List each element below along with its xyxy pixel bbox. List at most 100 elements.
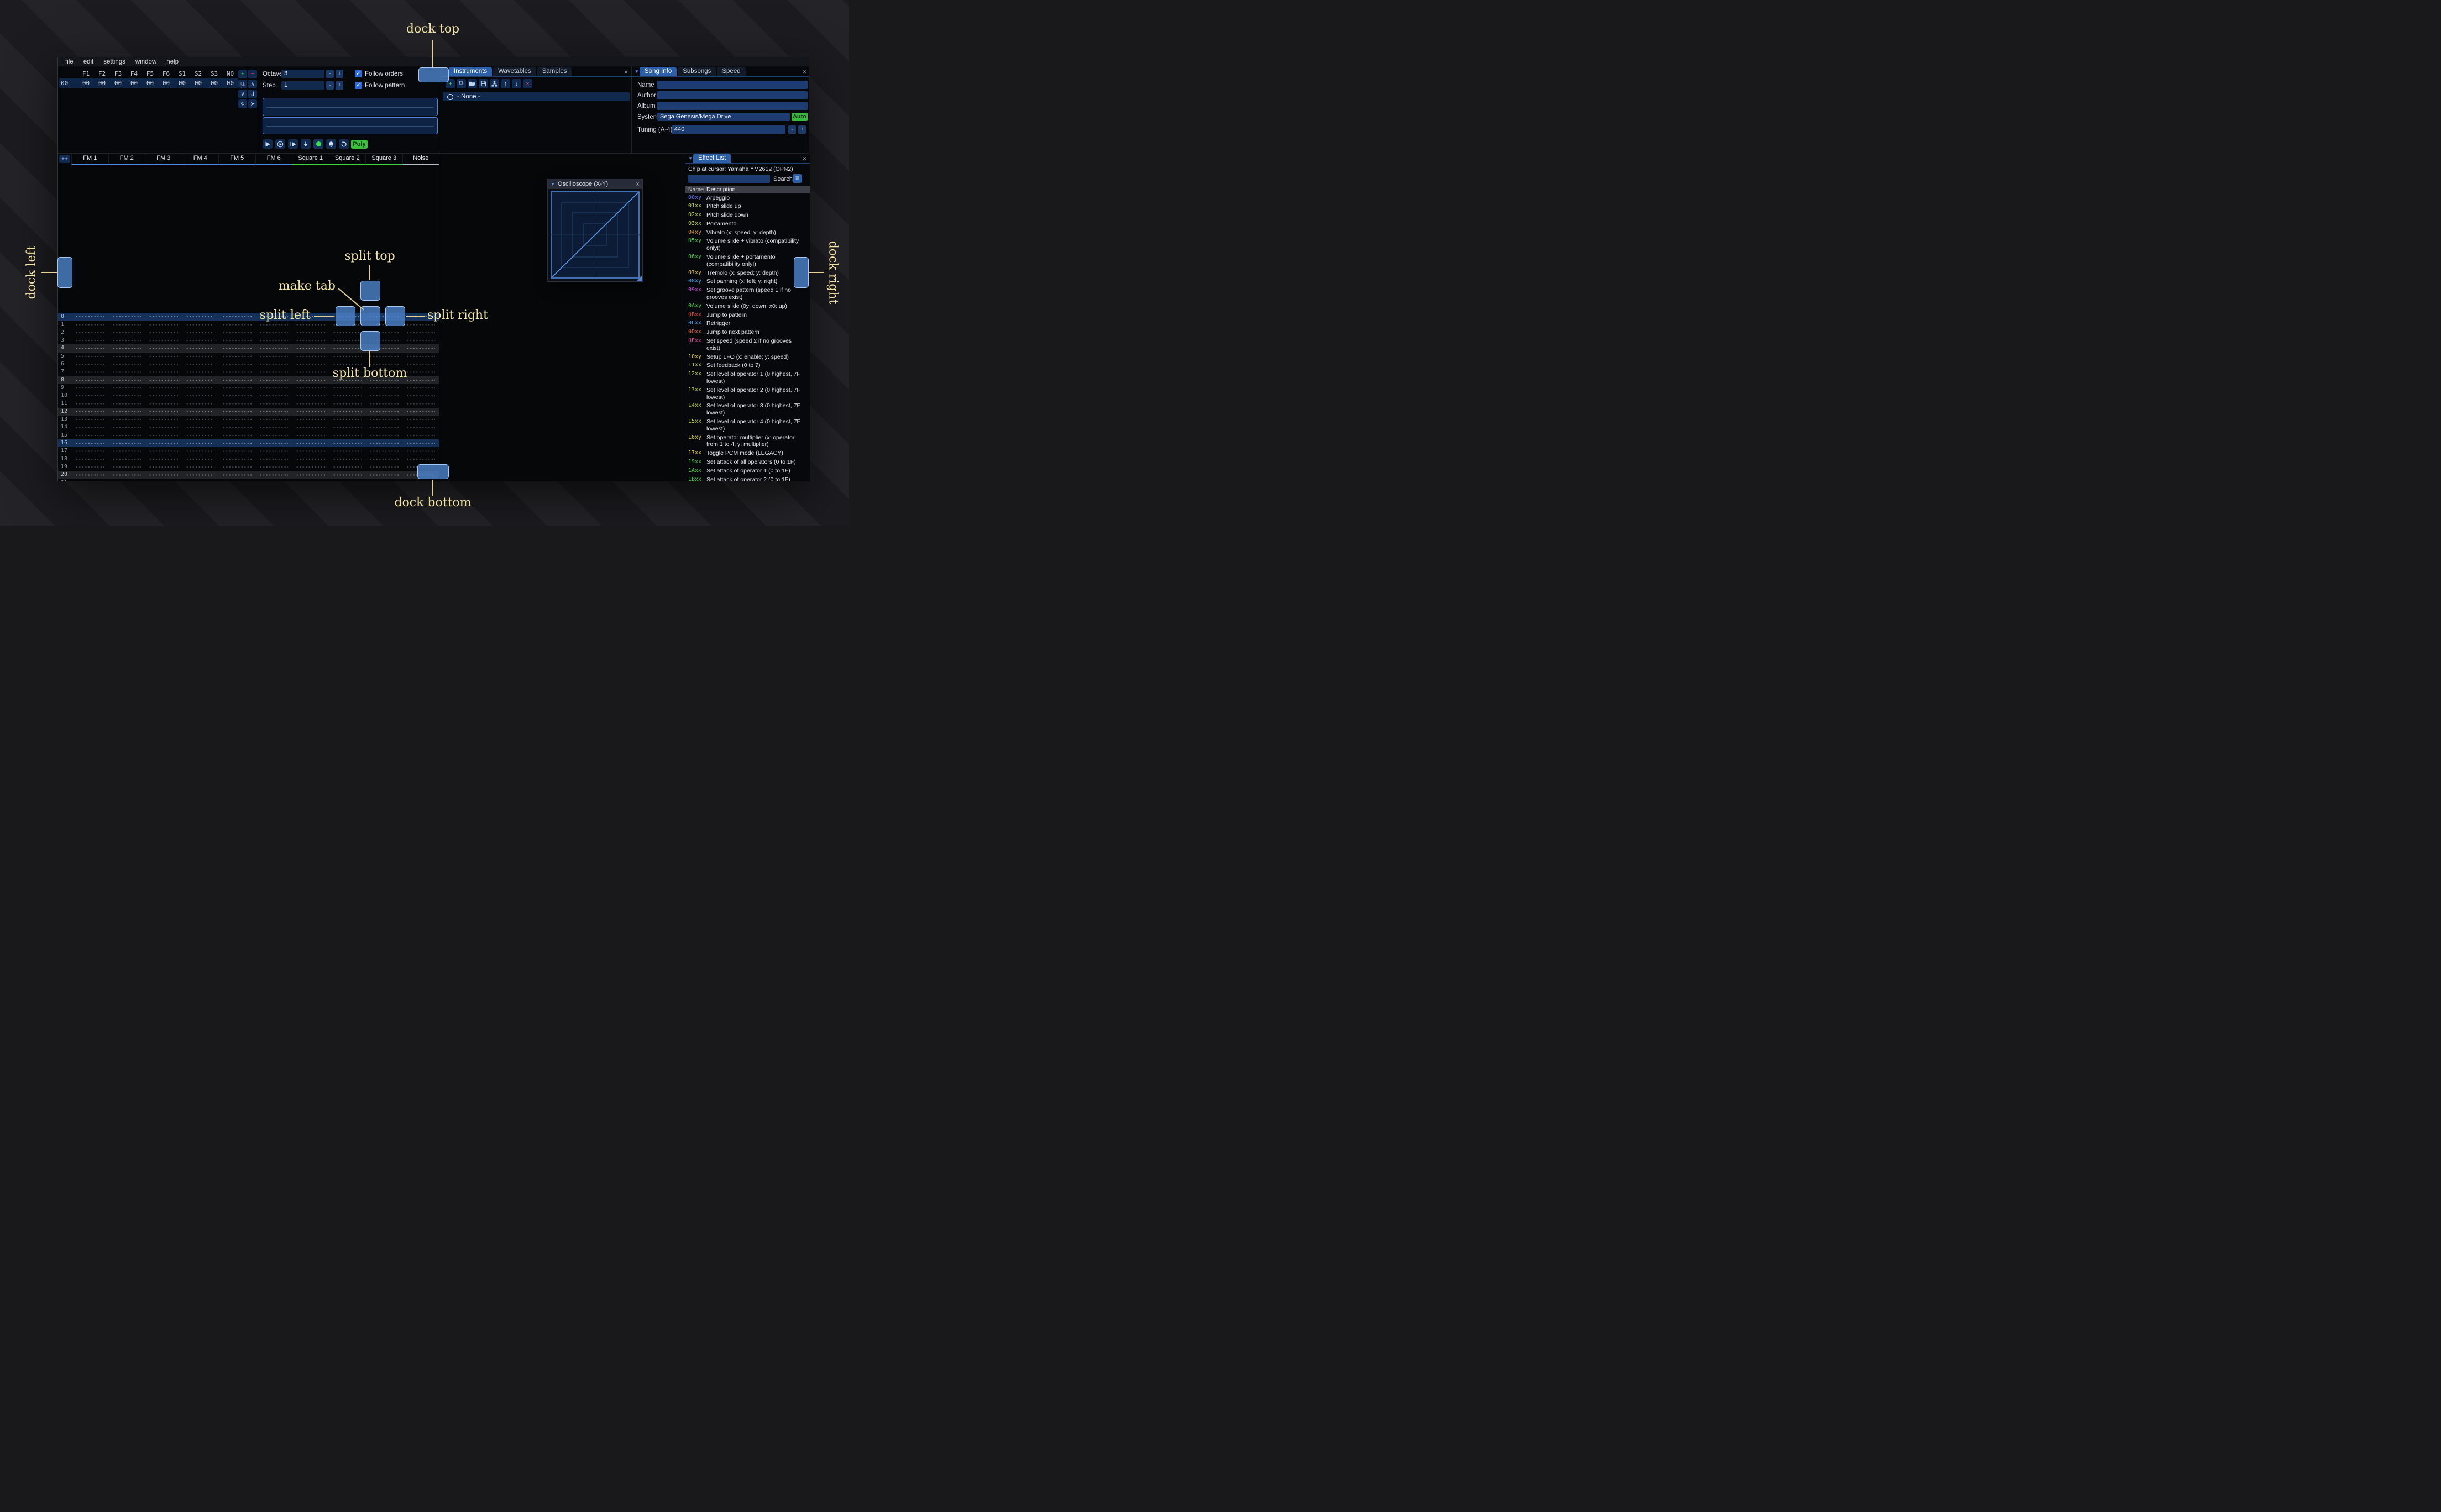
- pattern-cell[interactable]: [365, 392, 402, 400]
- pattern-cell[interactable]: [402, 455, 439, 463]
- pattern-cell[interactable]: [292, 328, 329, 337]
- pattern-cell[interactable]: [292, 400, 329, 408]
- pattern-cell[interactable]: [292, 352, 329, 360]
- instrument-list-item[interactable]: - None -: [443, 92, 630, 101]
- pattern-cell[interactable]: [145, 321, 182, 329]
- pattern-cell[interactable]: [365, 384, 402, 392]
- pattern-cell[interactable]: [145, 471, 182, 479]
- pattern-cell[interactable]: [329, 463, 366, 471]
- pattern-cell[interactable]: [365, 471, 402, 479]
- pattern-cell[interactable]: [218, 471, 255, 479]
- pattern-cell[interactable]: [402, 392, 439, 400]
- pattern-cell[interactable]: [71, 407, 108, 416]
- pattern-cell[interactable]: [145, 439, 182, 448]
- pattern-cell[interactable]: [329, 431, 366, 439]
- tuning-plus-button[interactable]: +: [798, 125, 806, 134]
- pattern-cell[interactable]: [145, 368, 182, 376]
- pattern-cell[interactable]: [108, 384, 145, 392]
- pattern-cell[interactable]: [329, 439, 366, 448]
- repeat-pattern-button[interactable]: [339, 139, 349, 149]
- tab-instruments[interactable]: Instruments: [449, 67, 493, 76]
- pattern-cell[interactable]: [182, 344, 219, 353]
- pattern-cell[interactable]: [218, 384, 255, 392]
- pattern-cell[interactable]: [108, 400, 145, 408]
- pattern-cell[interactable]: [71, 400, 108, 408]
- tab-speed[interactable]: Speed: [717, 67, 746, 76]
- pattern-cell[interactable]: [218, 400, 255, 408]
- pattern-cell[interactable]: [71, 376, 108, 384]
- pattern-cell[interactable]: [292, 439, 329, 448]
- pattern-cell[interactable]: [108, 368, 145, 376]
- order-move-down-button[interactable]: ∨: [238, 90, 247, 98]
- pattern-cell[interactable]: [402, 336, 439, 345]
- dock-top-target[interactable]: [418, 67, 449, 82]
- pattern-cell[interactable]: [292, 455, 329, 463]
- pattern-cell[interactable]: [108, 352, 145, 360]
- pattern-cell[interactable]: [108, 344, 145, 353]
- close-icon[interactable]: ×: [801, 155, 808, 162]
- pattern-cell[interactable]: [71, 463, 108, 471]
- pattern-cell[interactable]: [402, 407, 439, 416]
- pattern-cell[interactable]: [365, 479, 402, 481]
- channel-header-fm-1[interactable]: FM 1: [71, 154, 108, 165]
- follow-orders-checkbox[interactable]: ✓: [355, 70, 362, 77]
- pattern-cell[interactable]: [71, 313, 108, 321]
- pattern-cell[interactable]: [108, 463, 145, 471]
- split-top-target[interactable]: [360, 281, 380, 301]
- pattern-cell[interactable]: [108, 392, 145, 400]
- pattern-cell[interactable]: [145, 463, 182, 471]
- pattern-cell[interactable]: [292, 416, 329, 424]
- close-icon[interactable]: ×: [622, 69, 630, 76]
- pattern-cell[interactable]: [145, 336, 182, 345]
- order-cell[interactable]: 00: [158, 80, 174, 87]
- pattern-cell[interactable]: [108, 328, 145, 337]
- pattern-cell[interactable]: [182, 360, 219, 369]
- close-icon[interactable]: ×: [801, 69, 808, 76]
- channel-header-fm-5[interactable]: FM 5: [218, 154, 255, 165]
- pattern-cell[interactable]: [182, 376, 219, 384]
- pattern-cell[interactable]: [329, 407, 366, 416]
- pattern-cell[interactable]: [71, 455, 108, 463]
- pattern-cell[interactable]: [71, 416, 108, 424]
- pattern-cell[interactable]: [71, 360, 108, 369]
- dock-left-target[interactable]: [57, 257, 72, 288]
- pattern-cell[interactable]: [255, 439, 292, 448]
- pattern-cell[interactable]: [402, 368, 439, 376]
- pattern-cell[interactable]: [329, 479, 366, 481]
- pattern-cell[interactable]: [329, 352, 366, 360]
- pattern-cell[interactable]: [145, 479, 182, 481]
- duplicate-instrument-button[interactable]: ⧉: [457, 79, 466, 88]
- pattern-cell[interactable]: [218, 352, 255, 360]
- order-cell[interactable]: 00: [110, 80, 126, 87]
- pattern-cell[interactable]: [255, 416, 292, 424]
- pattern-cell[interactable]: [145, 392, 182, 400]
- pattern-cell[interactable]: [108, 407, 145, 416]
- pattern-cell[interactable]: [329, 447, 366, 455]
- pattern-cell[interactable]: [71, 479, 108, 481]
- tab-effect-list[interactable]: Effect List: [693, 154, 731, 163]
- pattern-cell[interactable]: [365, 447, 402, 455]
- play-from-beginning-button[interactable]: [288, 139, 298, 149]
- expand-channels-button[interactable]: ++: [59, 155, 70, 163]
- pattern-cell[interactable]: [292, 447, 329, 455]
- pattern-cell[interactable]: [365, 423, 402, 432]
- pattern-cell[interactable]: [365, 439, 402, 448]
- pattern-cell[interactable]: [182, 352, 219, 360]
- pattern-cell[interactable]: [182, 416, 219, 424]
- pattern-cell[interactable]: [182, 321, 219, 329]
- album-field[interactable]: [657, 102, 808, 110]
- resize-grip[interactable]: [637, 276, 642, 281]
- pattern-cell[interactable]: [365, 431, 402, 439]
- step-plus-button[interactable]: +: [336, 81, 343, 90]
- play-button[interactable]: [263, 139, 273, 149]
- pattern-cell[interactable]: [255, 479, 292, 481]
- pattern-cell[interactable]: [218, 376, 255, 384]
- pattern-cell[interactable]: [182, 400, 219, 408]
- effect-search-input[interactable]: [688, 175, 770, 183]
- pattern-cell[interactable]: [71, 423, 108, 432]
- pattern-cell[interactable]: [71, 431, 108, 439]
- octave-input[interactable]: 3: [281, 70, 324, 78]
- delete-instrument-button[interactable]: ×: [523, 79, 532, 88]
- pattern-cell[interactable]: [292, 336, 329, 345]
- pattern-cell[interactable]: [365, 416, 402, 424]
